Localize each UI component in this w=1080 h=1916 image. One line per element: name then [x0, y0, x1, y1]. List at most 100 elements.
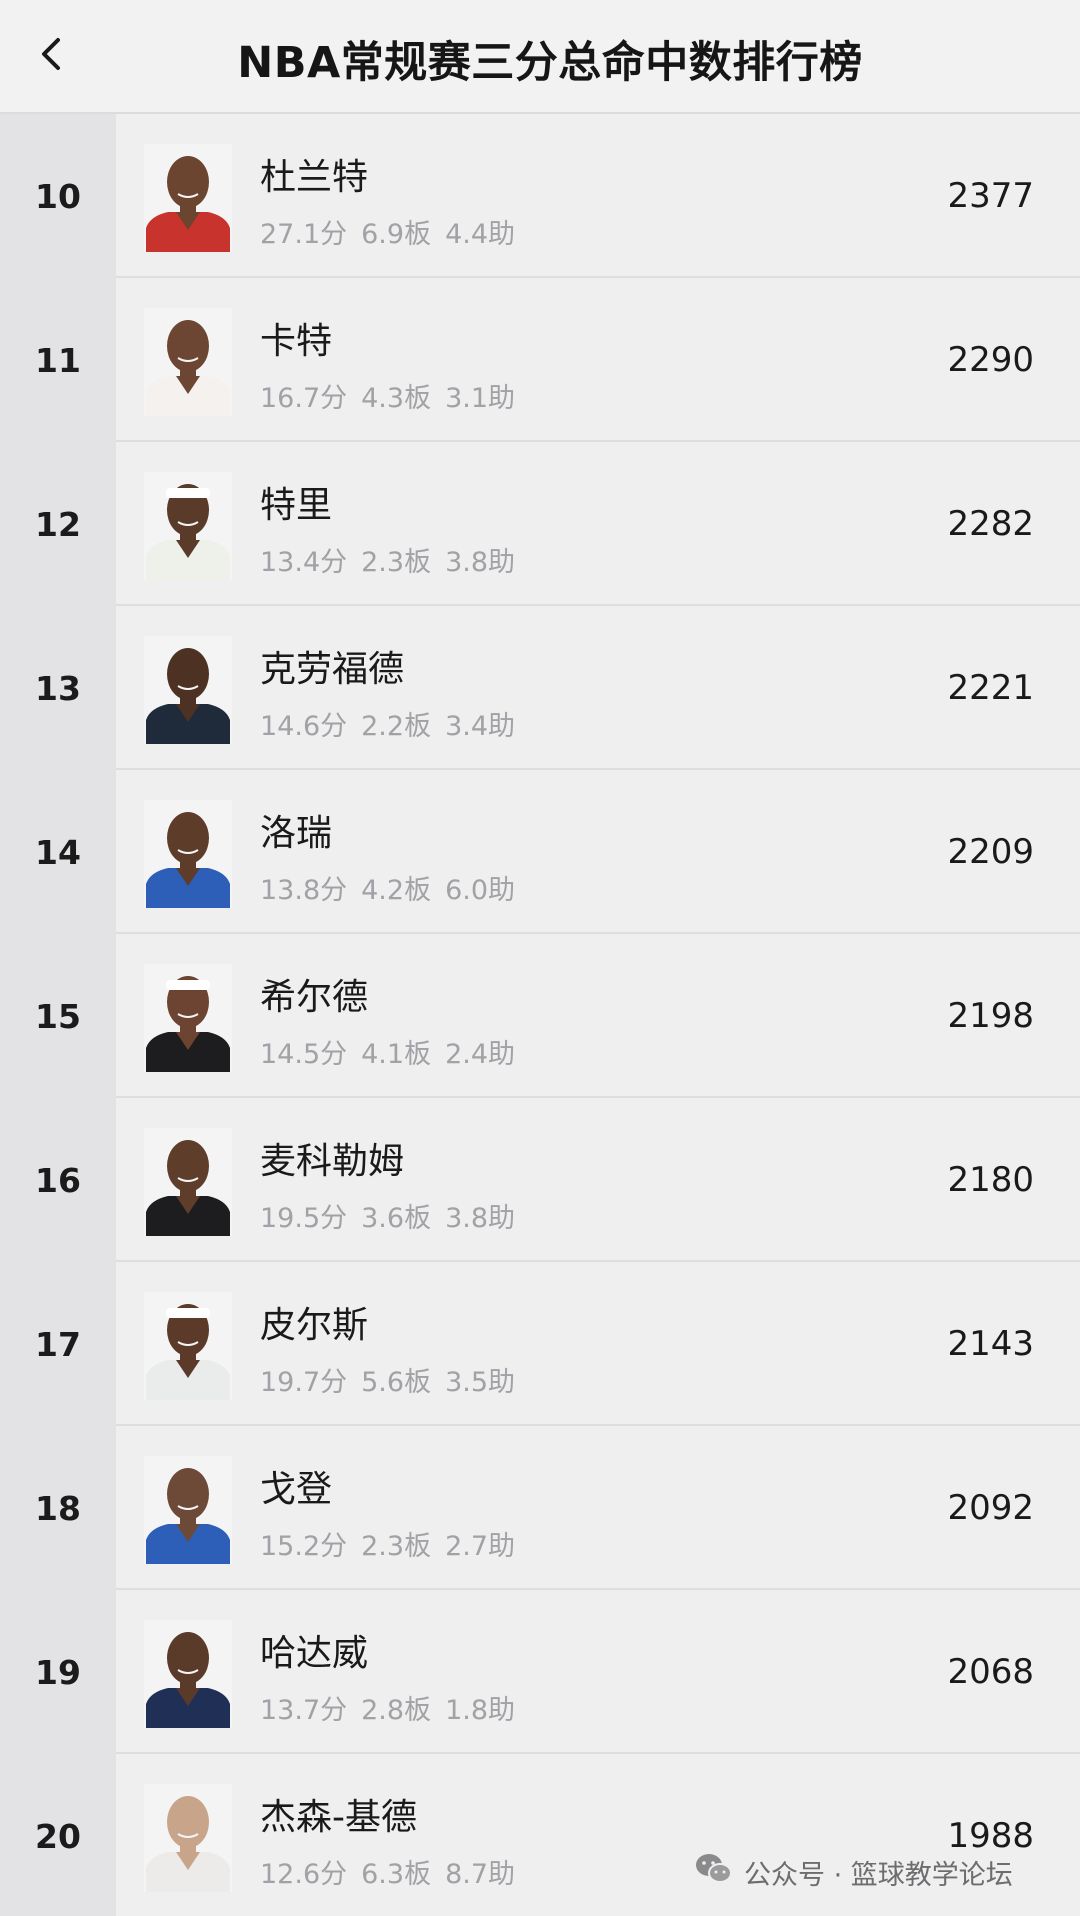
- player-name: 希尔德: [260, 977, 369, 1018]
- player-cell: 卡特 16.7分 4.3板 3.1助 2290: [116, 278, 1080, 442]
- player-stats: 15.2分 2.3板 2.7助: [260, 1524, 529, 1563]
- three-pointers-made: 2290: [947, 340, 1034, 380]
- stat-ast: 1.8助: [445, 1695, 516, 1726]
- stat-pts: 15.2分: [260, 1531, 348, 1562]
- player-cell: 麦科勒姆 19.5分 3.6板 3.8助 2180: [116, 1098, 1080, 1262]
- player-stats: 27.1分 6.9板 4.4助: [260, 212, 529, 251]
- player-avatar: [144, 308, 232, 416]
- player-avatar: [144, 1292, 232, 1400]
- stat-ast: 2.4助: [445, 1039, 516, 1070]
- watermark-text: 公众号 · 篮球教学论坛: [744, 1860, 1013, 1891]
- stat-ast: 6.0助: [445, 875, 516, 906]
- player-name: 杜兰特: [260, 157, 369, 198]
- player-stats: 12.6分 6.3板 8.7助: [260, 1852, 529, 1891]
- stat-reb: 2.2板: [361, 711, 432, 742]
- stat-reb: 4.2板: [361, 875, 432, 906]
- stat-reb: 4.1板: [361, 1039, 432, 1070]
- stat-reb: 2.8板: [361, 1695, 432, 1726]
- stat-ast: 3.1助: [445, 383, 516, 414]
- three-pointers-made: 2143: [947, 1324, 1034, 1364]
- watermark: 公众号 · 篮球教学论坛: [694, 1852, 1013, 1893]
- player-avatar: [144, 964, 232, 1072]
- player-cell: 杜兰特 27.1分 6.9板 4.4助 2377: [116, 114, 1080, 278]
- stat-pts: 14.6分: [260, 711, 348, 742]
- table-row[interactable]: 18 戈登 15.2分 2.3板 2.7助 2092: [0, 1426, 1080, 1590]
- rank-number: 20: [0, 1754, 116, 1916]
- player-name: 皮尔斯: [260, 1305, 369, 1346]
- player-avatar: [144, 472, 232, 580]
- stat-ast: 3.8助: [445, 1203, 516, 1234]
- player-stats: 13.4分 2.3板 3.8助: [260, 540, 529, 579]
- player-name: 特里: [260, 485, 333, 526]
- player-cell: 希尔德 14.5分 4.1板 2.4助 2198: [116, 934, 1080, 1098]
- player-avatar: [144, 1784, 232, 1892]
- player-name: 洛瑞: [260, 813, 333, 854]
- table-row[interactable]: 16 麦科勒姆 19.5分 3.6板 3.8助 2180: [0, 1098, 1080, 1262]
- three-pointers-made: 2092: [947, 1488, 1034, 1528]
- stat-ast: 4.4助: [445, 219, 516, 250]
- stat-reb: 2.3板: [361, 1531, 432, 1562]
- three-pointers-made: 2068: [947, 1652, 1034, 1692]
- stat-reb: 5.6板: [361, 1367, 432, 1398]
- player-stats: 16.7分 4.3板 3.1助: [260, 376, 529, 415]
- rank-number: 12: [0, 442, 116, 606]
- rank-number: 15: [0, 934, 116, 1098]
- three-pointers-made: 2221: [947, 668, 1034, 708]
- rank-number: 16: [0, 1098, 116, 1262]
- table-row[interactable]: 17 皮尔斯 19.7分 5.6板 3.5助 2143: [0, 1262, 1080, 1426]
- stat-reb: 6.9板: [361, 219, 432, 250]
- stat-pts: 13.4分: [260, 547, 348, 578]
- rank-number: 17: [0, 1262, 116, 1426]
- ranking-page: NBA常规赛三分总命中数排行榜 10 杜兰特 27.1分 6.9板 4.4助 2377 1…: [0, 0, 1080, 1916]
- header-bar: NBA常规赛三分总命中数排行榜: [0, 0, 1080, 114]
- stat-ast: 8.7助: [445, 1859, 516, 1890]
- player-avatar: [144, 144, 232, 252]
- stat-pts: 27.1分: [260, 219, 348, 250]
- player-name: 麦科勒姆: [260, 1141, 405, 1182]
- ranking-list: 10 杜兰特 27.1分 6.9板 4.4助 2377 11 卡特 16.7分 4.3板 3.1…: [0, 114, 1080, 1916]
- stat-pts: 19.7分: [260, 1367, 348, 1398]
- stat-pts: 13.8分: [260, 875, 348, 906]
- rank-number: 14: [0, 770, 116, 934]
- player-cell: 克劳福德 14.6分 2.2板 3.4助 2221: [116, 606, 1080, 770]
- stat-reb: 4.3板: [361, 383, 432, 414]
- player-avatar: [144, 800, 232, 908]
- three-pointers-made: 1988: [947, 1816, 1034, 1856]
- player-name: 哈达威: [260, 1633, 369, 1674]
- table-row[interactable]: 11 卡特 16.7分 4.3板 3.1助 2290: [0, 278, 1080, 442]
- player-stats: 14.6分 2.2板 3.4助: [260, 704, 529, 743]
- player-cell: 洛瑞 13.8分 4.2板 6.0助 2209: [116, 770, 1080, 934]
- player-name: 克劳福德: [260, 649, 405, 690]
- wechat-icon: [694, 1852, 734, 1893]
- player-avatar: [144, 1456, 232, 1564]
- player-stats: 14.5分 4.1板 2.4助: [260, 1032, 529, 1071]
- player-avatar: [144, 1128, 232, 1236]
- stat-pts: 13.7分: [260, 1695, 348, 1726]
- rank-number: 10: [0, 114, 116, 278]
- stat-pts: 12.6分: [260, 1859, 348, 1890]
- rank-number: 11: [0, 278, 116, 442]
- three-pointers-made: 2282: [947, 504, 1034, 544]
- table-row[interactable]: 15 希尔德 14.5分 4.1板 2.4助 2198: [0, 934, 1080, 1098]
- table-row[interactable]: 13 克劳福德 14.6分 2.2板 3.4助 2221: [0, 606, 1080, 770]
- player-cell: 哈达威 13.7分 2.8板 1.8助 2068: [116, 1590, 1080, 1754]
- page-title: NBA常规赛三分总命中数排行榜: [237, 38, 863, 88]
- stat-reb: 2.3板: [361, 547, 432, 578]
- table-row[interactable]: 14 洛瑞 13.8分 4.2板 6.0助 2209: [0, 770, 1080, 934]
- stat-reb: 6.3板: [361, 1859, 432, 1890]
- player-name: 戈登: [260, 1469, 333, 1510]
- stat-ast: 3.5助: [445, 1367, 516, 1398]
- table-row[interactable]: 12 特里 13.4分 2.3板 3.8助 2282: [0, 442, 1080, 606]
- player-name: 卡特: [260, 321, 333, 362]
- stat-pts: 14.5分: [260, 1039, 348, 1070]
- player-stats: 19.5分 3.6板 3.8助: [260, 1196, 529, 1235]
- three-pointers-made: 2180: [947, 1160, 1034, 1200]
- table-row[interactable]: 19 哈达威 13.7分 2.8板 1.8助 2068: [0, 1590, 1080, 1754]
- stat-pts: 16.7分: [260, 383, 348, 414]
- rank-number: 18: [0, 1426, 116, 1590]
- table-row[interactable]: 10 杜兰特 27.1分 6.9板 4.4助 2377: [0, 114, 1080, 278]
- player-name: 杰森-基德: [260, 1797, 417, 1838]
- stat-ast: 3.8助: [445, 547, 516, 578]
- player-cell: 特里 13.4分 2.3板 3.8助 2282: [116, 442, 1080, 606]
- three-pointers-made: 2209: [947, 832, 1034, 872]
